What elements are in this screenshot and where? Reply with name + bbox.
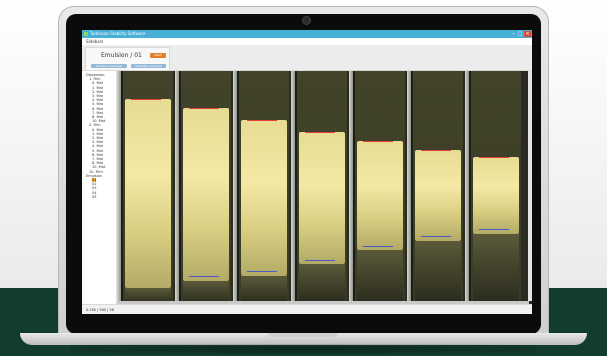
start-button[interactable]: Start [150, 53, 166, 58]
vertical-scrollbar[interactable] [528, 71, 532, 301]
laptop-shadow [70, 344, 537, 354]
tube-glass [349, 71, 353, 304]
sample-tube[interactable] [407, 71, 463, 304]
bottom-marker-line[interactable] [189, 276, 219, 277]
sediment-layer [473, 234, 519, 304]
tube-glass [117, 71, 121, 304]
top-marker-line[interactable] [421, 150, 451, 151]
bottom-marker-line[interactable] [421, 236, 451, 237]
top-marker-line[interactable] [131, 99, 161, 100]
bottom-marker-line[interactable] [247, 271, 277, 272]
sample-tube[interactable] [175, 71, 231, 304]
toolbar: Emulsion / 01 Start Sample overview Stab… [82, 45, 532, 71]
top-marker-line[interactable] [247, 120, 277, 121]
title-bar: Turbiscan Stability Software – □ × [82, 30, 532, 38]
stability-overview-button[interactable]: Stability overview [131, 64, 166, 68]
dispersion-layer [473, 157, 519, 234]
sample-tube[interactable] [291, 71, 347, 304]
sediment-layer [299, 264, 345, 304]
tube-glass [233, 71, 237, 304]
sediment-layer [241, 276, 287, 304]
dispersion-layer [299, 132, 345, 264]
tube-glass [291, 71, 295, 304]
tube-glass [175, 71, 179, 304]
top-marker-line[interactable] [189, 108, 219, 109]
dispersion-layer [183, 108, 229, 281]
dispersion-layer [125, 99, 171, 288]
status-bar: 0.260 | 560 | 56 [82, 304, 532, 314]
minimize-button[interactable]: – [510, 31, 516, 37]
sample-tube[interactable] [349, 71, 405, 304]
dispersion-layer [357, 141, 403, 250]
tube-glass [407, 71, 411, 304]
sediment-layer [357, 250, 403, 304]
bottom-marker-line[interactable] [305, 260, 335, 261]
sample-tube[interactable] [465, 71, 521, 304]
image-viewer[interactable] [117, 71, 532, 304]
top-marker-line[interactable] [363, 141, 393, 142]
top-marker-line[interactable] [305, 132, 335, 133]
tube-glass [465, 71, 469, 304]
camera-icon [303, 17, 310, 24]
dispersion-layer [241, 120, 287, 276]
sediment-layer [415, 241, 461, 304]
tree-item[interactable]: 05 [92, 195, 96, 199]
sample-title: Emulsion / 01 [101, 52, 142, 59]
sample-panel: Emulsion / 01 Start Sample overview Stab… [85, 47, 170, 71]
bottom-marker-line[interactable] [363, 246, 393, 247]
app-icon [84, 32, 88, 36]
sample-overview-button[interactable]: Sample overview [91, 64, 127, 68]
top-marker-line[interactable] [479, 157, 509, 158]
sample-tube[interactable] [117, 71, 173, 304]
menu-item[interactable]: Sidebars [86, 38, 103, 45]
laptop-notch [268, 333, 338, 337]
app-window: Turbiscan Stability Software – □ × Sideb… [82, 30, 532, 314]
status-text: 0.260 | 560 | 56 [86, 308, 114, 312]
dispersion-layer [415, 150, 461, 241]
maximize-button[interactable]: □ [517, 31, 523, 37]
sample-tube[interactable] [233, 71, 289, 304]
bottom-marker-line[interactable] [479, 229, 509, 230]
window-title: Turbiscan Stability Software [90, 31, 146, 36]
close-button[interactable]: × [524, 31, 531, 37]
sample-tree: Dispersion 1. Film 0. Mat 1. Mat 2. Mat 3. Ma… [85, 71, 117, 304]
